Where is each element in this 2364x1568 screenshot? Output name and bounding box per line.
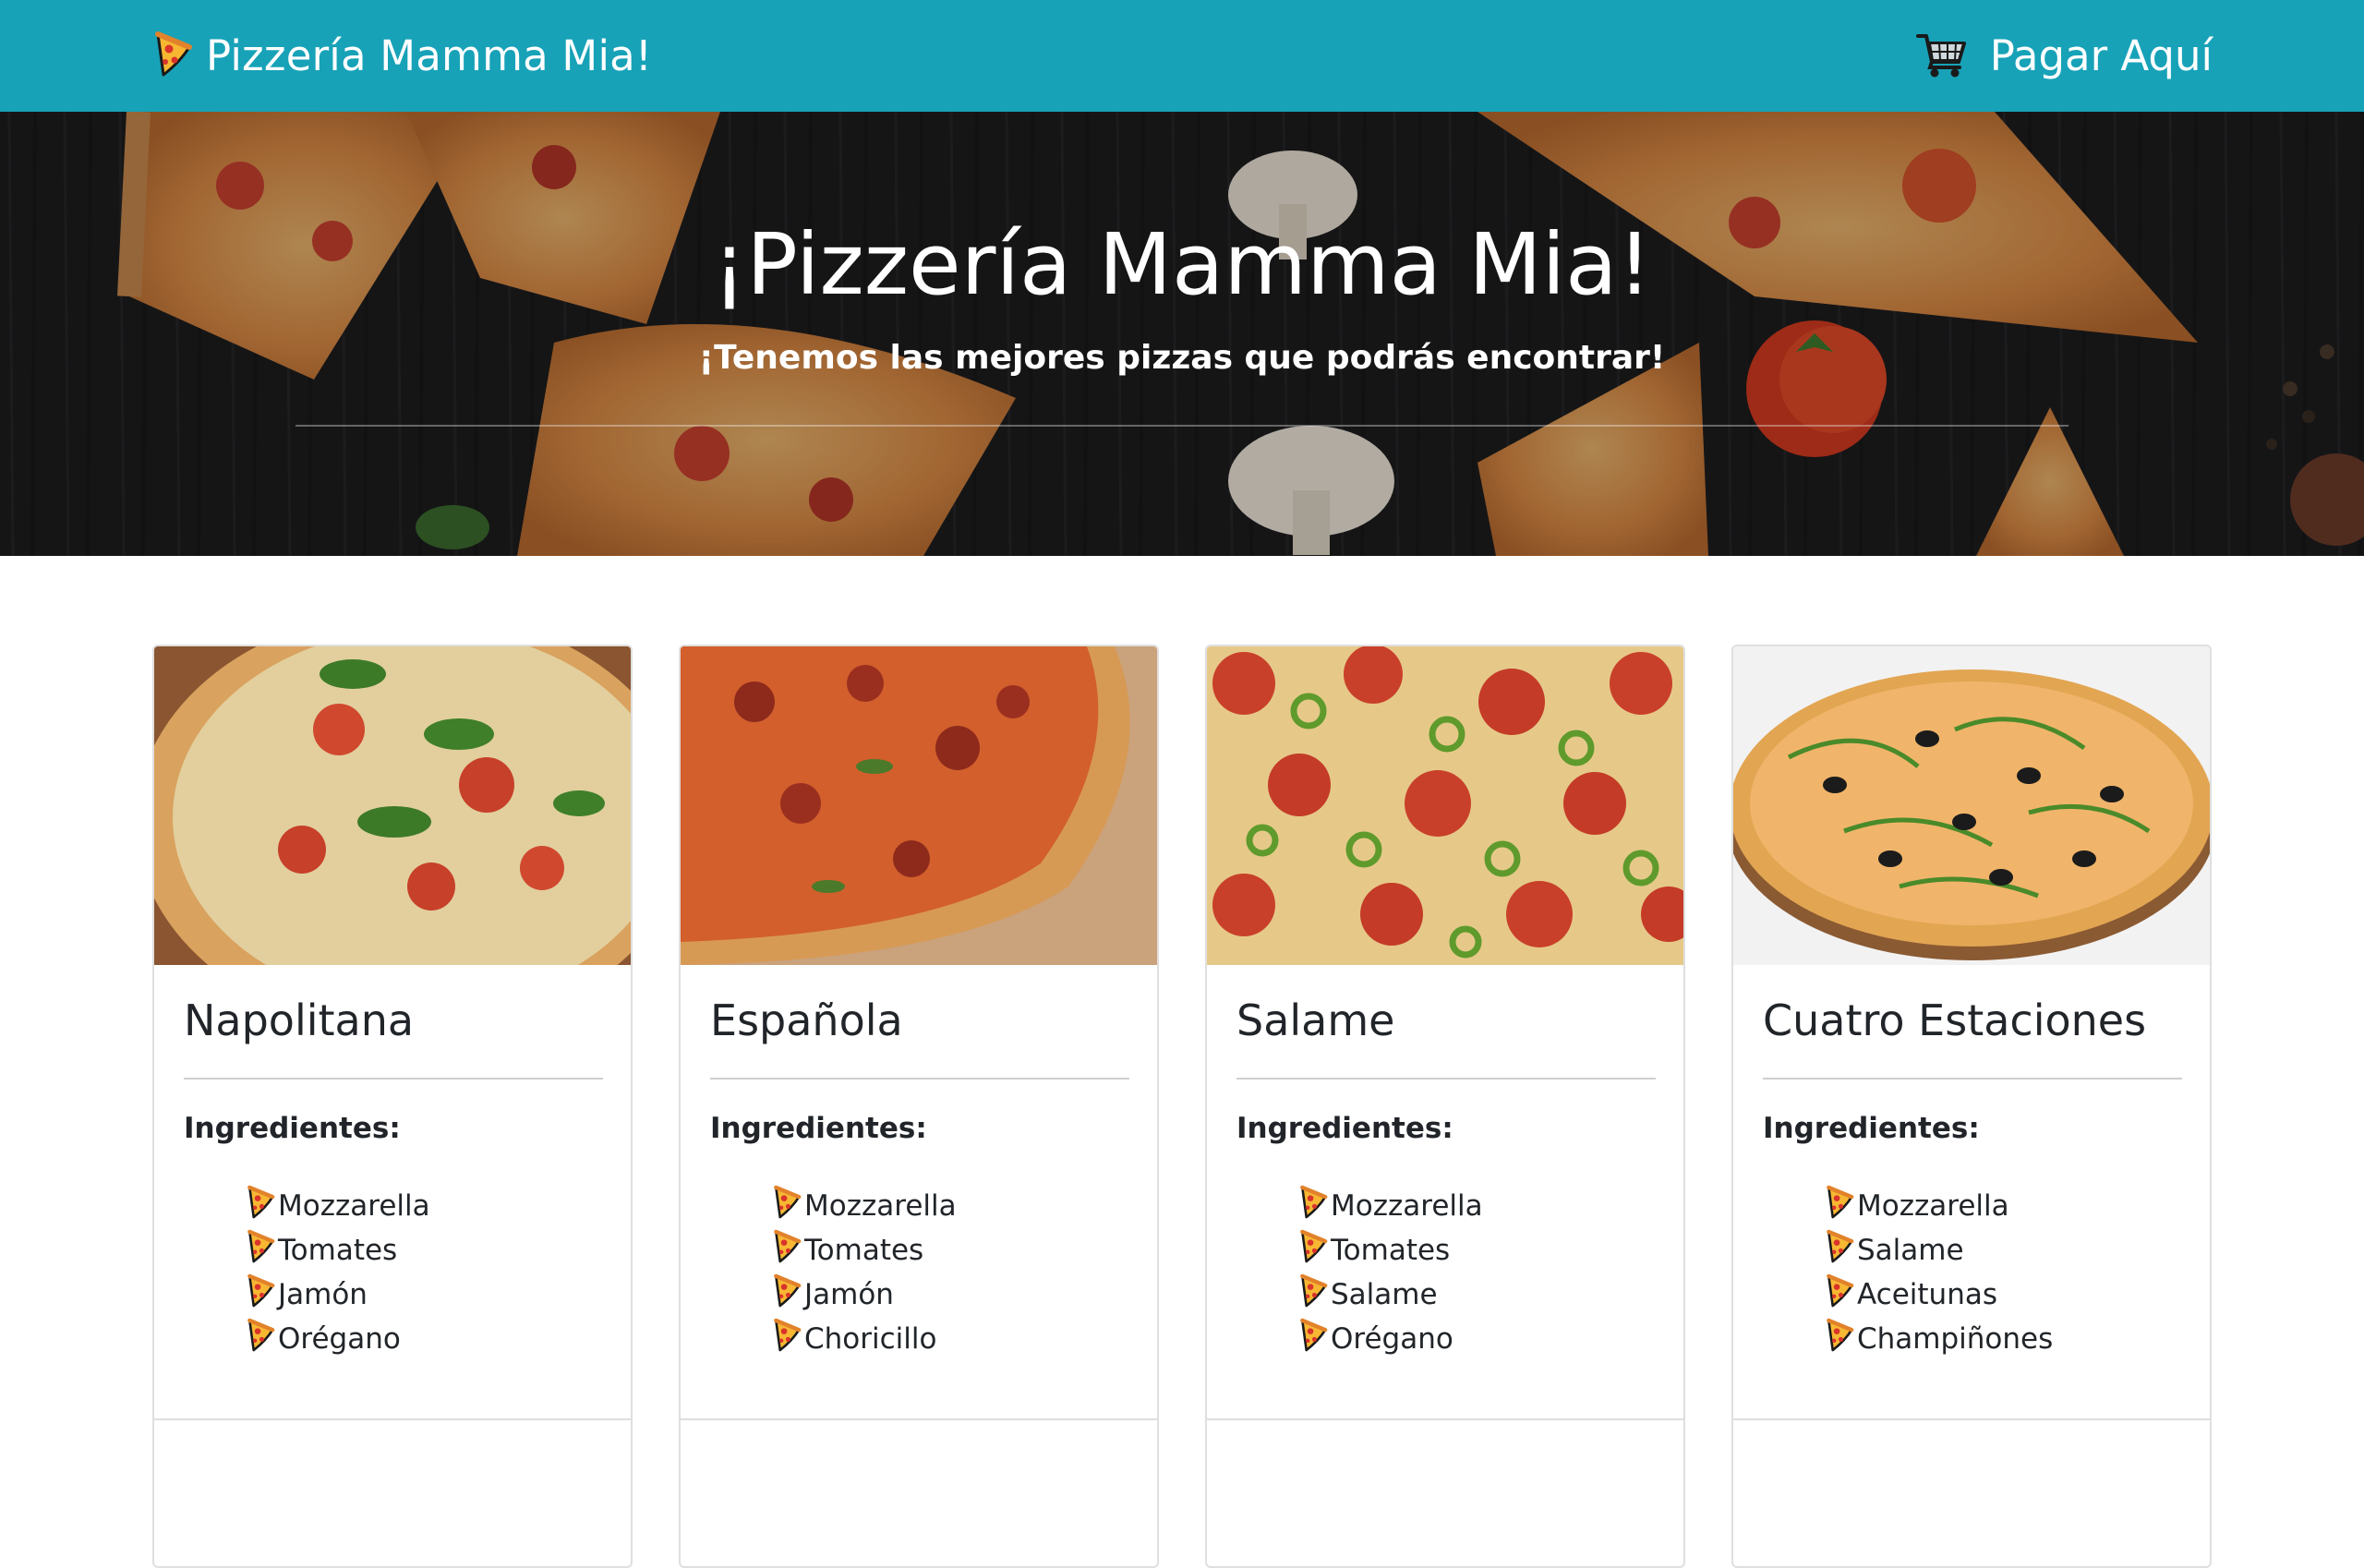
list-item: Aceitunas [1824,1272,2053,1317]
ingredient-list: Mozzarella Tomates Jamón Choricillo [771,1184,957,1361]
ingredients-label: Ingredientes: [1763,1112,1980,1145]
list-item: Mozzarella [1824,1184,2053,1228]
ingredient-list: Mozzarella Salame Aceitunas Champiñones [1824,1184,2053,1361]
pizza-icon [245,1273,278,1316]
ingredients-label: Ingredientes: [184,1112,401,1145]
pizza-name: Cuatro Estaciones [1763,995,2147,1045]
brand-title: Pizzería Mamma Mia! [206,31,653,80]
pizza-icon [1297,1273,1331,1316]
ingredient-name: Tomates [804,1234,924,1267]
list-item: Mozzarella [245,1184,430,1228]
hero-divider [296,425,2068,427]
ingredient-name: Mozzarella [1857,1189,2009,1223]
pizza-icon [771,1229,804,1272]
ingredient-name: Mozzarella [1331,1189,1483,1223]
ingredient-name: Salame [1857,1234,1964,1267]
pizza-icon [245,1229,278,1272]
ingredient-list: Mozzarella Tomates Salame Orégano [1297,1184,1483,1361]
ingredient-name: Jamón [804,1278,894,1311]
ingredient-name: Champiñones [1857,1322,2054,1356]
list-item: Tomates [771,1228,957,1272]
hero-banner: ¡Pizzería Mamma Mia! ¡Tenemos las mejore… [0,112,2364,556]
card-footer-divider [1207,1418,1683,1420]
list-item: Salame [1297,1272,1483,1317]
pizza-icon [1824,1229,1857,1272]
pizza-image [681,646,1157,965]
pizza-card-espanola[interactable]: Española Ingredientes: Mozzarella Tomate… [679,645,1159,1568]
pizza-name: Napolitana [184,995,415,1045]
pizza-image [154,646,631,965]
navbar: Pizzería Mamma Mia! Pagar Aquí [0,0,2364,112]
pizza-card-cuatro-estaciones[interactable]: Cuatro Estaciones Ingredientes: Mozzarel… [1731,645,2212,1568]
pizza-icon [245,1185,278,1227]
card-footer-divider [154,1418,631,1420]
ingredient-name: Orégano [278,1322,401,1356]
pizza-card-salame[interactable]: Salame Ingredientes: Mozzarella Tomates … [1205,645,1685,1568]
pizza-icon [1297,1318,1331,1360]
list-item: Tomates [245,1228,430,1272]
pizza-icon [1824,1273,1857,1316]
hero-overlay [0,112,2364,556]
shopping-cart-icon [1915,30,1968,82]
ingredient-name: Tomates [1331,1234,1451,1267]
list-item: Orégano [245,1317,430,1361]
cart-label: Pagar Aquí [1989,31,2213,80]
ingredient-name: Orégano [1331,1322,1453,1356]
pizza-icon [771,1185,804,1227]
card-divider [710,1078,1129,1080]
pizza-icon [152,30,193,82]
pizza-icon [771,1318,804,1360]
list-item: Tomates [1297,1228,1483,1272]
card-footer-divider [1733,1418,2210,1420]
pizza-icon [1824,1185,1857,1227]
brand-link[interactable]: Pizzería Mamma Mia! [152,0,652,112]
pizza-card-grid: Napolitana Ingredientes: Mozzarella Toma… [152,645,2212,1568]
list-item: Mozzarella [1297,1184,1483,1228]
list-item: Jamón [245,1272,430,1317]
list-item: Champiñones [1824,1317,2053,1361]
pizza-name: Salame [1236,995,1395,1045]
pizza-card-napolitana[interactable]: Napolitana Ingredientes: Mozzarella Toma… [152,645,633,1568]
ingredients-label: Ingredientes: [1236,1112,1453,1145]
ingredient-name: Choricillo [804,1322,937,1356]
card-divider [1236,1078,1656,1080]
list-item: Jamón [771,1272,957,1317]
card-footer-divider [681,1418,1157,1420]
pizza-image [1207,646,1683,965]
list-item: Choricillo [771,1317,957,1361]
pizza-icon [771,1273,804,1316]
ingredient-name: Tomates [278,1234,398,1267]
hero-title: ¡Pizzería Mamma Mia! [712,215,1652,314]
ingredients-label: Ingredientes: [710,1112,927,1145]
ingredient-name: Aceitunas [1857,1278,1997,1311]
ingredient-name: Jamón [278,1278,368,1311]
pizza-icon [1297,1185,1331,1227]
list-item: Mozzarella [771,1184,957,1228]
list-item: Orégano [1297,1317,1483,1361]
card-divider [1763,1078,2182,1080]
pizza-name: Española [710,995,903,1045]
ingredient-name: Salame [1331,1278,1438,1311]
ingredient-name: Mozzarella [804,1189,957,1223]
cart-link[interactable]: Pagar Aquí [1915,0,2213,112]
pizza-icon [245,1318,278,1360]
ingredient-name: Mozzarella [278,1189,430,1223]
pizza-icon [1824,1318,1857,1360]
pizza-icon [1297,1229,1331,1272]
pizza-image [1733,646,2210,965]
list-item: Salame [1824,1228,2053,1272]
card-divider [184,1078,603,1080]
hero-subtitle: ¡Tenemos las mejores pizzas que podrás e… [698,339,1666,377]
ingredient-list: Mozzarella Tomates Jamón Orégano [245,1184,430,1361]
